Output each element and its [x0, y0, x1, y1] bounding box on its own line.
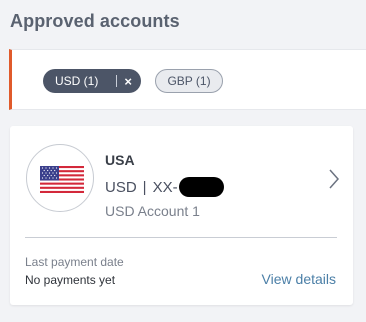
- account-name: USD Account 1: [105, 203, 200, 219]
- account-number: USD | XX-: [105, 177, 224, 197]
- account-currency: USD: [105, 178, 137, 196]
- flag-avatar: [26, 144, 94, 212]
- chevron-right-icon[interactable]: [327, 167, 341, 191]
- currency-filter-bar: USD (1) × GBP (1): [9, 49, 366, 110]
- chip-divider: [116, 75, 118, 87]
- filter-chip-label: USD (1): [55, 74, 99, 88]
- us-flag-icon: [40, 166, 84, 193]
- filter-chip-usd[interactable]: USD (1) ×: [43, 69, 141, 93]
- page-title: Approved accounts: [10, 11, 180, 31]
- filter-chip-label: GBP (1): [167, 74, 211, 88]
- card-divider: [25, 237, 337, 238]
- account-number-prefix: XX-: [152, 178, 178, 196]
- redacted-mask: [178, 177, 224, 197]
- account-separator: |: [142, 178, 147, 196]
- account-country: USA: [105, 152, 135, 168]
- filter-chip-gbp[interactable]: GBP (1): [155, 69, 223, 93]
- last-payment-value: No payments yet: [25, 273, 116, 287]
- last-payment-label: Last payment date: [25, 255, 124, 269]
- view-details-link[interactable]: View details: [262, 271, 336, 287]
- close-icon[interactable]: ×: [124, 74, 132, 89]
- account-card[interactable]: USA USD | XX- USD Account 1 Last payment…: [10, 126, 353, 305]
